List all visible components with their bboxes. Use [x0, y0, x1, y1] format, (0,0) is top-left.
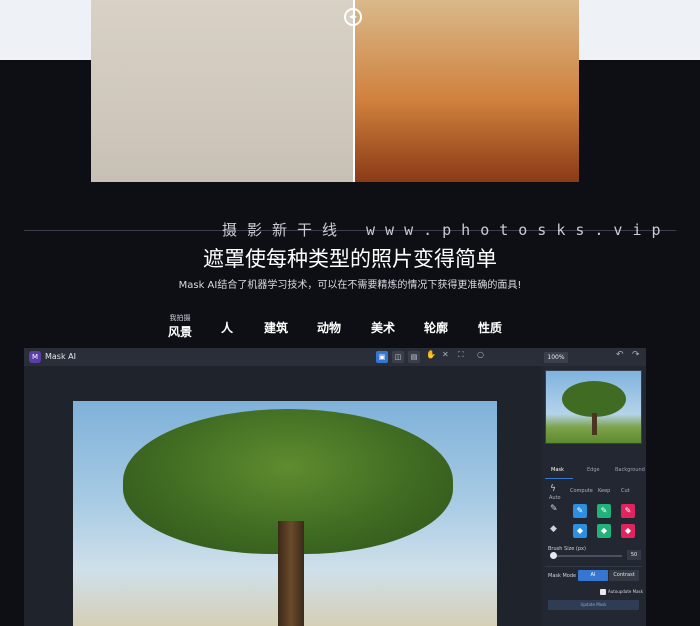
before-after-compare[interactable]: ◂▸ — [91, 0, 579, 182]
category-tab-art[interactable]: 美术 — [371, 319, 395, 336]
app-title: Mask AI — [45, 352, 76, 361]
category-nav: 我拍摄 风景 人 建筑 动物 美术 轮廓 性质 — [0, 313, 700, 339]
category-big-label: 风景 — [168, 325, 193, 339]
keep-fill-button[interactable]: ◆ — [597, 524, 611, 538]
update-mask-button[interactable]: Update Mask — [548, 600, 639, 610]
mask-ai-window: M Mask AI ▣ ◫ ▤ ✋ ✕ ⛶ ○ 100% ↶ ↷ Mask Ed… — [24, 348, 646, 626]
brush-size-knob[interactable] — [550, 552, 557, 559]
category-tab-landscape[interactable]: 我拍摄 风景 — [168, 313, 192, 340]
mask-mode-ai-button[interactable]: AI — [578, 570, 608, 581]
navigator-thumbnail[interactable] — [545, 370, 642, 444]
zoom-dot-icon[interactable]: ○ — [477, 350, 484, 359]
redo-icon[interactable]: ↷ — [632, 350, 640, 360]
view-side-by-side-icon[interactable]: ▤ — [408, 351, 420, 363]
panel-tabs: Mask Edge Background — [545, 467, 645, 479]
brush-size-slider[interactable] — [550, 555, 622, 557]
image-canvas[interactable] — [24, 366, 541, 626]
panel-divider — [545, 566, 642, 567]
keep-brush-button[interactable]: ✎ — [597, 504, 611, 518]
category-small-label: 我拍摄 — [169, 314, 191, 322]
tab-active-underline — [545, 478, 573, 479]
tab-edge[interactable]: Edge — [587, 467, 600, 473]
compare-handle-icon[interactable]: ◂▸ — [344, 8, 362, 26]
app-titlebar: M Mask AI ▣ ◫ ▤ ✋ ✕ ⛶ ○ 100% ↶ ↷ — [24, 348, 646, 366]
fullscreen-icon[interactable]: ⛶ — [458, 350, 464, 360]
category-tab-silhouette[interactable]: 轮廓 — [424, 319, 448, 336]
autoupdate-checkbox[interactable] — [600, 589, 606, 595]
mask-mode-contrast-button[interactable]: Contrast — [609, 570, 639, 581]
fit-icon[interactable]: ✕ — [442, 350, 449, 359]
category-tab-animals[interactable]: 动物 — [317, 319, 341, 336]
auto-label: Auto — [549, 495, 561, 501]
thumb-trunk — [592, 413, 597, 435]
section-headline: 遮罩使每种类型的照片变得简单 — [203, 247, 497, 271]
tab-mask[interactable]: Mask — [551, 467, 564, 473]
zoom-level[interactable]: 100% — [544, 352, 568, 363]
right-panel: Mask Edge Background ϟ Auto Compute Keep… — [541, 366, 646, 626]
cut-fill-button[interactable]: ◆ — [621, 524, 635, 538]
brush-icon[interactable]: ✎ — [550, 504, 558, 514]
section-subline: Mask AI结合了机器学习技术，可以在不需要精炼的情况下获得更准确的面具! — [178, 280, 522, 291]
view-split-icon[interactable]: ◫ — [392, 351, 404, 363]
view-single-icon[interactable]: ▣ — [376, 351, 388, 363]
cut-brush-button[interactable]: ✎ — [621, 504, 635, 518]
fill-icon[interactable]: ◆ — [550, 524, 557, 534]
mask-mode-label: Mask Mode — [548, 573, 577, 579]
hand-tool-icon[interactable]: ✋ — [426, 350, 436, 359]
compute-brush-button[interactable]: ✎ — [573, 504, 587, 518]
category-tab-people[interactable]: 人 — [221, 319, 233, 336]
tab-background[interactable]: Background — [615, 467, 645, 473]
before-image-leaves — [91, 0, 354, 182]
auto-icon[interactable]: ϟ — [550, 484, 556, 494]
category-tab-architecture[interactable]: 建筑 — [264, 319, 288, 336]
category-tab-nature[interactable]: 性质 — [478, 319, 502, 336]
tree-photo — [73, 401, 497, 626]
keep-label: Keep — [598, 488, 611, 494]
app-logo-icon: M — [29, 351, 41, 363]
brush-size-value[interactable]: 50 — [627, 550, 641, 560]
compute-label: Compute — [570, 488, 593, 494]
thumb-canopy — [562, 381, 626, 417]
watermark-text: 摄影新干线 www.photosks.vip — [222, 221, 671, 239]
tree-trunk — [278, 521, 304, 626]
undo-icon[interactable]: ↶ — [616, 350, 624, 360]
compute-fill-button[interactable]: ◆ — [573, 524, 587, 538]
after-image-pumpkins — [354, 0, 579, 182]
autoupdate-label: Autoupdate Mask — [608, 589, 643, 594]
cut-label: Cut — [621, 488, 630, 494]
compare-divider[interactable] — [353, 0, 355, 182]
